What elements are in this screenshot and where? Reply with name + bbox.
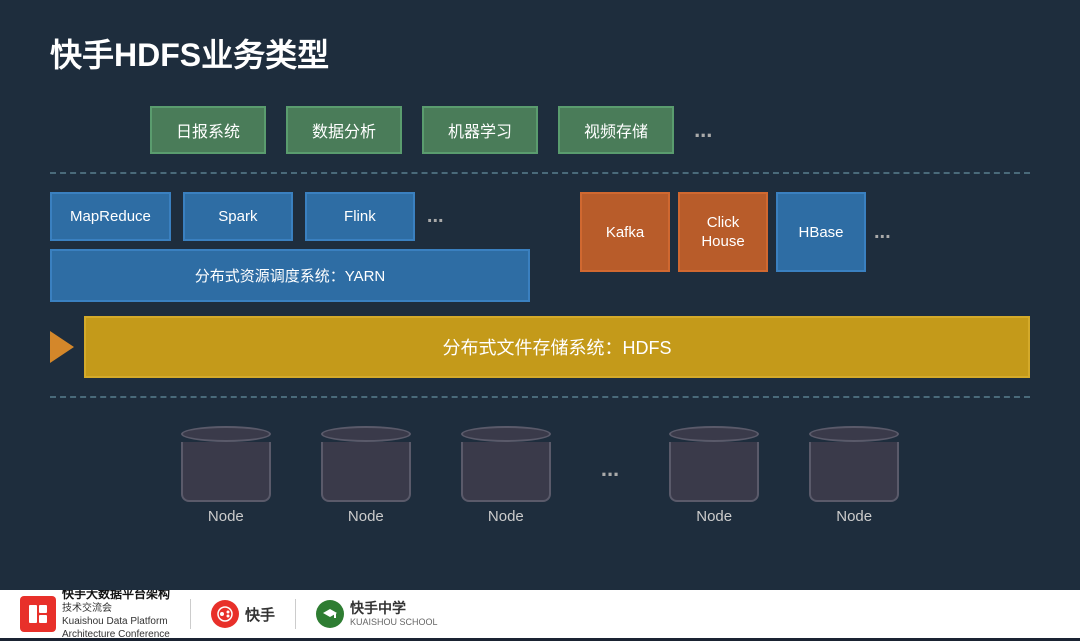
footer-school: 快手中学 KUAISHOU SCHOOL (316, 600, 438, 628)
right-group: Kafka ClickHouse HBase ... (580, 192, 891, 272)
node-item-1: Node (181, 426, 271, 525)
node-label-4: Node (696, 508, 732, 525)
node-item-4: Node (669, 426, 759, 525)
bottom-divider (50, 396, 1030, 398)
footer: 快手大数据平台架构 技术交流会 Kuaishou Data Platform A… (0, 590, 1080, 638)
hbase-box: HBase (776, 192, 866, 272)
footer-logo-group: 快手大数据平台架构 技术交流会 Kuaishou Data Platform A… (20, 587, 170, 641)
page-title: 快手HDFS业务类型 (50, 30, 1030, 76)
node-cylinder-top-1 (181, 426, 271, 442)
top-divider (50, 172, 1030, 174)
node-cylinder-body-4 (669, 442, 759, 502)
node-cylinder-body-2 (321, 442, 411, 502)
clickhouse-box: ClickHouse (678, 192, 768, 272)
footer-sep-2 (295, 599, 296, 629)
footer-brand-sub1: 技术交流会 (62, 602, 170, 615)
node-label-3: Node (488, 508, 524, 525)
yarn-box: 分布式资源调度系统：YARN (50, 249, 530, 302)
flink-box: Flink (305, 192, 415, 241)
footer-brand2-sub: KUAISHOU SCHOOL (350, 617, 438, 628)
node-cylinder-body-5 (809, 442, 899, 502)
arrow-right-icon (50, 331, 74, 363)
node-label-2: Node (348, 508, 384, 525)
mapreduce-box: MapReduce (50, 192, 171, 241)
footer-brand-sub3: Architecture Conference (62, 628, 170, 641)
node-cylinder-top-5 (809, 426, 899, 442)
footer-text-block: 快手大数据平台架构 技术交流会 Kuaishou Data Platform A… (62, 587, 170, 641)
green-box-video: 视频存储 (558, 106, 674, 154)
footer-brand2-text: 快手中学 (350, 600, 438, 617)
footer-sep-1 (190, 599, 191, 629)
node-cylinder-body-1 (181, 442, 271, 502)
main-container: 快手HDFS业务类型 日报系统 数据分析 机器学习 视频存储 ... MapRe… (0, 0, 1080, 590)
green-box-daily: 日报系统 (150, 106, 266, 154)
node-row: Node Node Node ... Node Node (50, 416, 1030, 525)
node-dots: ... (601, 426, 619, 482)
footer-brand1-text: 快手 (245, 604, 275, 625)
footer-logo-icon (20, 596, 56, 632)
kuaishou-logo-icon (27, 603, 49, 625)
node-cylinder-top-2 (321, 426, 411, 442)
top-row: 日报系统 数据分析 机器学习 视频存储 ... (50, 106, 1030, 154)
kuaishou-icon (211, 600, 239, 628)
node-item-3: Node (461, 426, 551, 525)
hdfs-box: 分布式文件存储系统：HDFS (84, 316, 1030, 378)
footer-kuaishou: 快手 (211, 600, 275, 628)
hdfs-row: 分布式文件存储系统：HDFS (50, 316, 1030, 378)
green-box-ml: 机器学习 (422, 106, 538, 154)
green-box-analysis: 数据分析 (286, 106, 402, 154)
node-item-5: Node (809, 426, 899, 525)
node-item-2: Node (321, 426, 411, 525)
blue-boxes-row: MapReduce Spark Flink ... (50, 192, 530, 241)
node-label-1: Node (208, 508, 244, 525)
middle-dots: ... (427, 205, 444, 228)
right-dots: ... (874, 221, 891, 244)
node-cylinder-body-3 (461, 442, 551, 502)
node-cylinder-top-4 (669, 426, 759, 442)
top-dots: ... (694, 117, 712, 143)
footer-brand-sub2: Kuaishou Data Platform (62, 615, 170, 628)
node-label-5: Node (836, 508, 872, 525)
left-group: MapReduce Spark Flink ... 分布式资源调度系统：YARN (50, 192, 530, 302)
node-cylinder-top-3 (461, 426, 551, 442)
school-icon (316, 600, 344, 628)
middle-section: MapReduce Spark Flink ... 分布式资源调度系统：YARN… (50, 192, 1030, 302)
kafka-box: Kafka (580, 192, 670, 272)
footer-school-text: 快手中学 KUAISHOU SCHOOL (350, 600, 438, 628)
spark-box: Spark (183, 192, 293, 241)
